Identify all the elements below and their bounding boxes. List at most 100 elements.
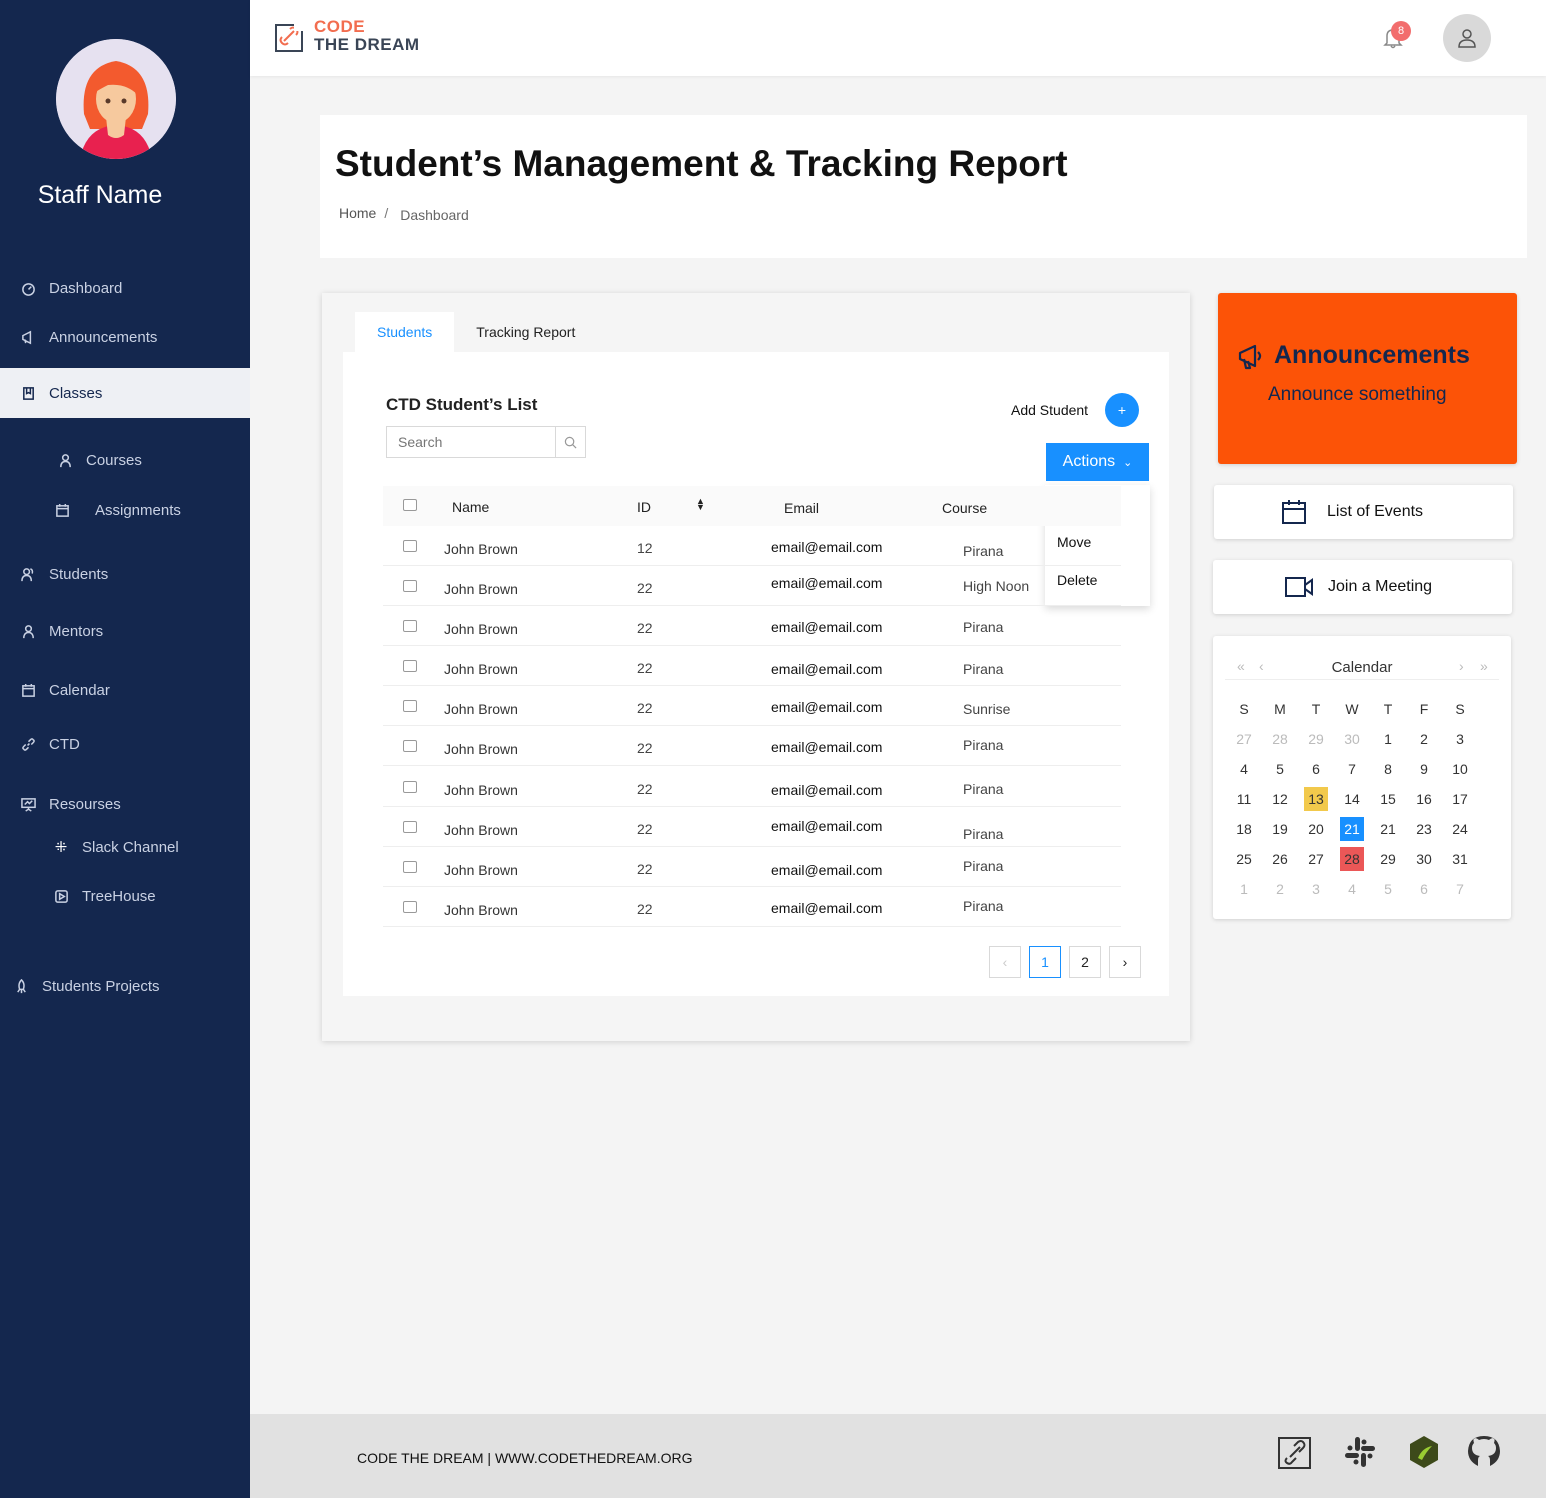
column-header-email[interactable]: Email [784,500,819,516]
calendar-day[interactable]: 6 [1304,757,1328,781]
table-row[interactable]: John Brown 12 email@email.com Pirana [383,526,1121,566]
table-row[interactable]: John Brown 22 email@email.com Sunrise [383,686,1121,726]
actions-dropdown-button[interactable]: Actions ⌄ [1046,443,1149,481]
prev-page-button[interactable]: ‹ [989,946,1021,978]
calendar-day[interactable]: 29 [1304,727,1328,751]
row-checkbox[interactable] [403,901,417,913]
calendar-day[interactable]: 14 [1340,787,1364,811]
calendar-day[interactable]: 4 [1340,877,1364,901]
announcements-card[interactable]: Announcements Announce something [1218,293,1517,464]
row-checkbox[interactable] [403,700,417,712]
sidebar-item-mentors[interactable]: Mentors [0,611,250,651]
calendar-day[interactable]: 30 [1412,847,1436,871]
calendar-day[interactable]: 28 [1268,727,1292,751]
row-checkbox[interactable] [403,540,417,552]
calendar-day[interactable]: 13 [1304,787,1328,811]
calendar-day[interactable]: 23 [1412,817,1436,841]
calendar-day[interactable]: 1 [1376,727,1400,751]
sidebar-item-students-projects[interactable]: Students Projects [0,966,250,1006]
calendar-day[interactable]: 30 [1340,727,1364,751]
calendar-day[interactable]: 3 [1304,877,1328,901]
row-checkbox[interactable] [403,740,417,752]
calendar-day[interactable]: 29 [1376,847,1400,871]
calendar-day[interactable]: 21 [1340,817,1364,841]
calendar-day[interactable]: 8 [1376,757,1400,781]
calendar-day[interactable]: 24 [1448,817,1472,841]
calendar-day[interactable]: 1 [1232,877,1256,901]
tab-students[interactable]: Students [355,312,455,352]
calendar-day[interactable]: 2 [1268,877,1292,901]
calendar-day[interactable]: 26 [1268,847,1292,871]
sidebar-item-dashboard[interactable]: Dashboard [0,268,250,308]
calendar-day[interactable]: 18 [1232,817,1256,841]
table-row[interactable]: John Brown 22 email@email.com Pirana [383,847,1121,887]
treehouse-icon[interactable] [1406,1434,1442,1470]
sidebar-item-ctd[interactable]: CTD [0,724,250,764]
sidebar-item-treehouse[interactable]: TreeHouse [0,876,250,916]
row-checkbox[interactable] [403,861,417,873]
calendar-day[interactable]: 16 [1412,787,1436,811]
sidebar-item-calendar[interactable]: Calendar [0,670,250,710]
sidebar-item-announcements[interactable]: Announcements [0,317,250,357]
calendar-day[interactable]: 9 [1412,757,1436,781]
row-checkbox[interactable] [403,821,417,833]
list-of-events-button[interactable]: List of Events [1214,485,1513,539]
add-student-button[interactable]: + [1105,393,1139,427]
row-checkbox[interactable] [403,781,417,793]
next-page-button[interactable]: › [1109,946,1141,978]
sidebar-item-students[interactable]: Students [0,554,250,594]
page-button-1[interactable]: 1 [1029,946,1061,978]
user-menu-avatar[interactable] [1443,14,1491,62]
search-button[interactable] [555,427,585,457]
table-row[interactable]: John Brown 22 email@email.com Pirana [383,726,1121,766]
calendar-day[interactable]: 19 [1268,817,1292,841]
calendar-day[interactable]: 6 [1412,877,1436,901]
calendar-day[interactable]: 17 [1448,787,1472,811]
tab-tracking-report[interactable]: Tracking Report [454,312,597,352]
table-row[interactable]: John Brown 22 email@email.com Pirana [383,807,1121,847]
column-header-course[interactable]: Course [942,500,987,516]
sort-icon[interactable]: ▲ ▼ [696,497,705,512]
calendar-day[interactable]: 10 [1448,757,1472,781]
calendar-day[interactable]: 5 [1268,757,1292,781]
sidebar-item-courses[interactable]: Courses [0,440,250,480]
row-checkbox[interactable] [403,580,417,592]
row-checkbox[interactable] [403,620,417,632]
calendar-day[interactable]: 12 [1268,787,1292,811]
add-student-label[interactable]: Add Student [1011,402,1088,418]
column-header-id[interactable]: ID [637,499,651,515]
sidebar-item-assignments[interactable]: Assignments [0,490,250,530]
calendar-day[interactable]: 3 [1448,727,1472,751]
calendar-day[interactable]: 5 [1376,877,1400,901]
ctd-logo[interactable]: CODE THE DREAM [274,18,420,54]
calendar-day[interactable]: 11 [1232,787,1256,811]
next-month-icon[interactable]: › [1459,658,1464,674]
table-row[interactable]: John Brown 22 email@email.com Pirana [383,887,1121,927]
calendar-day[interactable]: 20 [1304,817,1328,841]
table-row[interactable]: John Brown 22 email@email.com Pirana [383,646,1121,686]
column-header-name[interactable]: Name [452,499,489,515]
next-year-icon[interactable]: » [1480,658,1488,674]
breadcrumb-home[interactable]: Home [339,205,376,223]
table-row[interactable]: John Brown 22 email@email.com High Noon [383,566,1121,606]
calendar-day[interactable]: 31 [1448,847,1472,871]
slack-icon[interactable] [1342,1434,1378,1470]
join-meeting-button[interactable]: Join a Meeting [1213,560,1512,614]
calendar-day[interactable]: 25 [1232,847,1256,871]
table-row[interactable]: John Brown 22 email@email.com Pirana [383,606,1121,646]
sidebar-item-classes[interactable]: Classes [0,368,250,418]
page-button-2[interactable]: 2 [1069,946,1101,978]
calendar-day[interactable]: 7 [1340,757,1364,781]
table-row[interactable]: John Brown 22 email@email.com Pirana [383,767,1121,807]
github-icon[interactable] [1466,1434,1502,1470]
row-checkbox[interactable] [403,660,417,672]
calendar-day[interactable]: 27 [1304,847,1328,871]
calendar-day[interactable]: 2 [1412,727,1436,751]
calendar-day[interactable]: 21 [1376,817,1400,841]
calendar-day[interactable]: 27 [1232,727,1256,751]
sidebar-item-slack-channel[interactable]: ⁜ Slack Channel [0,827,250,867]
calendar-day[interactable]: 15 [1376,787,1400,811]
calendar-day[interactable]: 4 [1232,757,1256,781]
calendar-day[interactable]: 7 [1448,877,1472,901]
search-input[interactable] [387,427,555,457]
